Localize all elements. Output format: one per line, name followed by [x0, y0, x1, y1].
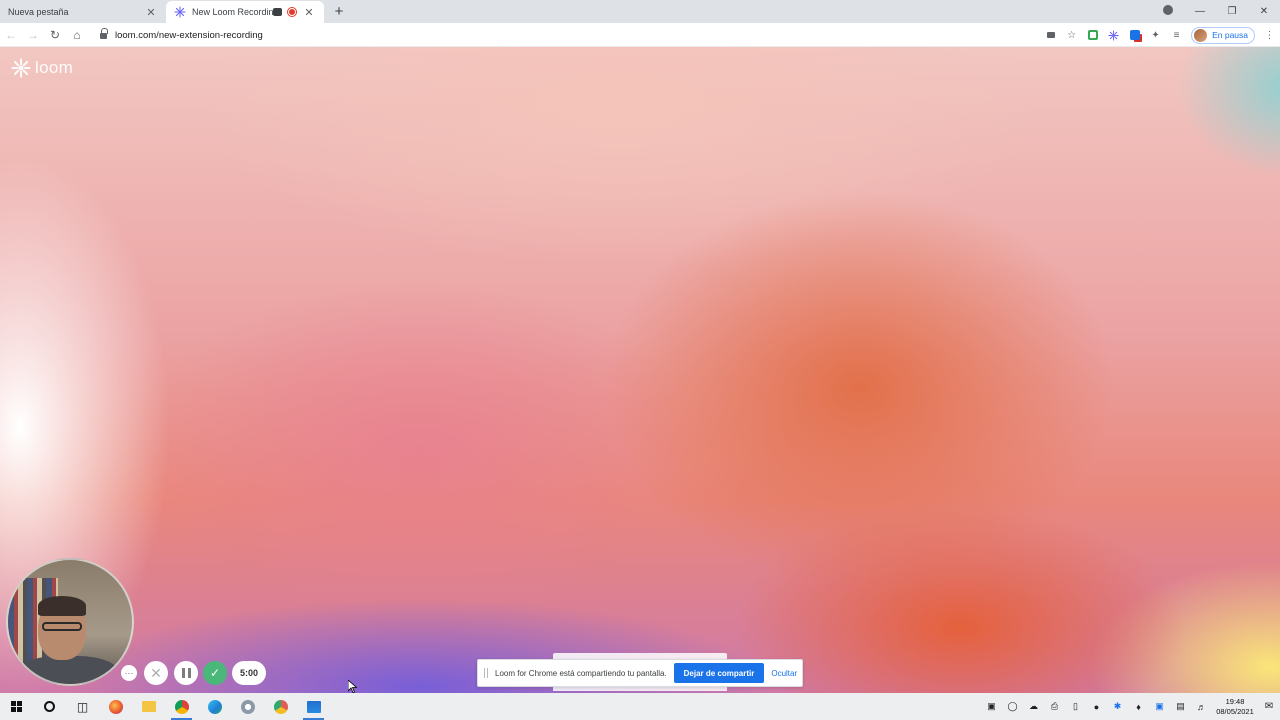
- finish-recording-button[interactable]: ✓: [203, 661, 227, 685]
- person-body: [18, 656, 118, 684]
- chrome-icon: [273, 699, 288, 714]
- notification-center-icon[interactable]: ✉: [1258, 701, 1280, 712]
- url-text: loom.com/new-extension-recording: [115, 29, 263, 41]
- system-tray: ▣ ◯ ☁ ⎙ ▯ ● ✱ ♦ ▣ ▤ ♬ 19:48 08/05/2021 ✉: [981, 693, 1280, 720]
- profile-button[interactable]: En pausa: [1191, 26, 1255, 44]
- photos-icon: [306, 700, 321, 713]
- browser-toolbar: ← → ↻ ⌂ loom.com/new-extension-recording…: [0, 23, 1280, 47]
- taskbar-file-explorer[interactable]: [132, 693, 165, 720]
- toolbar-actions: ☆ ✦ ≡ En pausa ⋮: [1040, 23, 1280, 47]
- security-icon[interactable]: ♦: [1128, 702, 1149, 712]
- bluetooth-icon[interactable]: ✱: [1107, 701, 1128, 712]
- taskbar-chrome[interactable]: [165, 693, 198, 720]
- reload-icon[interactable]: ↻: [44, 24, 66, 46]
- loom-logo-text: loom: [35, 58, 74, 77]
- media-queue-icon[interactable]: ≡: [1166, 24, 1187, 46]
- chrome-icon: [174, 699, 189, 714]
- extension-green-icon[interactable]: [1082, 24, 1103, 46]
- mic-active-icon[interactable]: ●: [1086, 702, 1107, 712]
- more-options-button[interactable]: ···: [121, 665, 137, 681]
- cancel-recording-button[interactable]: ✕: [144, 661, 168, 685]
- loom-favicon-icon: [174, 6, 186, 18]
- cloud-icon[interactable]: ☁: [1023, 701, 1044, 712]
- window-controls: — ❐ ✕: [1152, 0, 1280, 23]
- hide-button[interactable]: Ocultar: [771, 669, 797, 678]
- tab-new-loom-recording[interactable]: New Loom Recording ✕: [166, 1, 324, 23]
- microphone-icon[interactable]: ◯: [1002, 701, 1023, 712]
- taskbar-photos[interactable]: [297, 693, 330, 720]
- recording-indicator-icon: [288, 8, 296, 16]
- pause-recording-button[interactable]: [174, 661, 198, 685]
- network-icon[interactable]: ▤: [1170, 701, 1191, 712]
- pause-icon: [187, 668, 191, 678]
- avatar: [1194, 28, 1208, 42]
- start-button[interactable]: [0, 693, 33, 720]
- firefox-icon: [108, 699, 123, 714]
- tab-nueva-pestana[interactable]: Nueva pestaña ✕: [0, 1, 166, 23]
- minimize-button[interactable]: —: [1184, 6, 1216, 17]
- screen-sharing-bar: Loom for Chrome está compartiendo tu pan…: [477, 659, 803, 687]
- tab-capturing-icon: [273, 8, 282, 16]
- task-view-button[interactable]: ◫: [66, 693, 99, 720]
- loom-asterisk-icon: [11, 58, 31, 78]
- recording-timer: 5:00: [232, 661, 266, 685]
- clock-time: 19:48: [1225, 696, 1245, 706]
- profile-status: En pausa: [1212, 30, 1248, 40]
- edge-icon: [207, 699, 222, 714]
- meet-now-icon[interactable]: ▣: [981, 701, 1002, 712]
- person-hair: [38, 596, 86, 616]
- taskbar-chrome-2[interactable]: [264, 693, 297, 720]
- pause-icon: [181, 668, 185, 678]
- sharebar-shadow-bottom: [553, 687, 727, 691]
- extension-blue-icon[interactable]: [1124, 24, 1145, 46]
- tab-close-icon[interactable]: ✕: [302, 5, 316, 19]
- search-cortana-button[interactable]: [33, 693, 66, 720]
- tab-label: New Loom Recording: [192, 7, 273, 17]
- usb-icon[interactable]: ▯: [1065, 701, 1086, 712]
- back-arrow-icon[interactable]: ←: [0, 24, 22, 46]
- tab-search-icon[interactable]: [1152, 5, 1184, 18]
- camera-icon[interactable]: [1040, 24, 1061, 46]
- folder-icon: [141, 701, 156, 712]
- windows-logo-icon: [11, 701, 22, 712]
- camera-bubble[interactable]: [6, 558, 134, 686]
- taskbar-app-gray[interactable]: [231, 693, 264, 720]
- extensions-puzzle-icon[interactable]: ✦: [1145, 24, 1166, 46]
- close-window-button[interactable]: ✕: [1248, 6, 1280, 17]
- app-tray-icon[interactable]: ▣: [1149, 701, 1170, 712]
- loom-recording-page: loom ··· ✕ ✓ 5:00 Loom for Chrome está c…: [0, 47, 1280, 693]
- cortana-icon: [44, 701, 55, 712]
- sharing-message: Loom for Chrome está compartiendo tu pan…: [495, 668, 667, 678]
- taskbar-edge[interactable]: [198, 693, 231, 720]
- restore-button[interactable]: ❐: [1216, 6, 1248, 17]
- tab-close-icon[interactable]: ✕: [144, 5, 158, 19]
- address-bar[interactable]: loom.com/new-extension-recording: [94, 25, 1084, 45]
- taskbar-firefox[interactable]: [99, 693, 132, 720]
- loom-extension-icon[interactable]: [1103, 24, 1124, 46]
- menu-kebab-icon[interactable]: ⋮: [1259, 24, 1280, 46]
- stop-sharing-button[interactable]: Dejar de compartir: [673, 663, 765, 683]
- bookmark-star-icon[interactable]: ☆: [1061, 24, 1082, 46]
- loom-logo[interactable]: loom: [11, 58, 73, 78]
- task-view-icon: ◫: [76, 699, 89, 714]
- clock-date: 08/05/2021: [1216, 706, 1254, 716]
- volume-icon[interactable]: ♬: [1191, 702, 1212, 712]
- tab-strip: Nueva pestaña ✕ New Loom Recording ✕ + —…: [0, 0, 1280, 23]
- tab-label: Nueva pestaña: [8, 7, 69, 17]
- clock[interactable]: 19:48 08/05/2021: [1212, 697, 1258, 717]
- home-icon[interactable]: ⌂: [66, 24, 88, 46]
- drag-handle-icon[interactable]: [484, 668, 488, 678]
- person-glasses: [42, 622, 82, 631]
- gear-app-icon: [240, 699, 255, 714]
- lock-icon[interactable]: [100, 28, 108, 39]
- new-tab-button[interactable]: +: [331, 3, 347, 20]
- forward-arrow-icon[interactable]: →: [22, 24, 44, 46]
- printer-icon[interactable]: ⎙: [1044, 701, 1065, 712]
- windows-taskbar: ◫ ▣ ◯ ☁ ⎙ ▯ ● ✱ ♦ ▣ ▤ ♬ 19:48 08/05/2021…: [0, 693, 1280, 720]
